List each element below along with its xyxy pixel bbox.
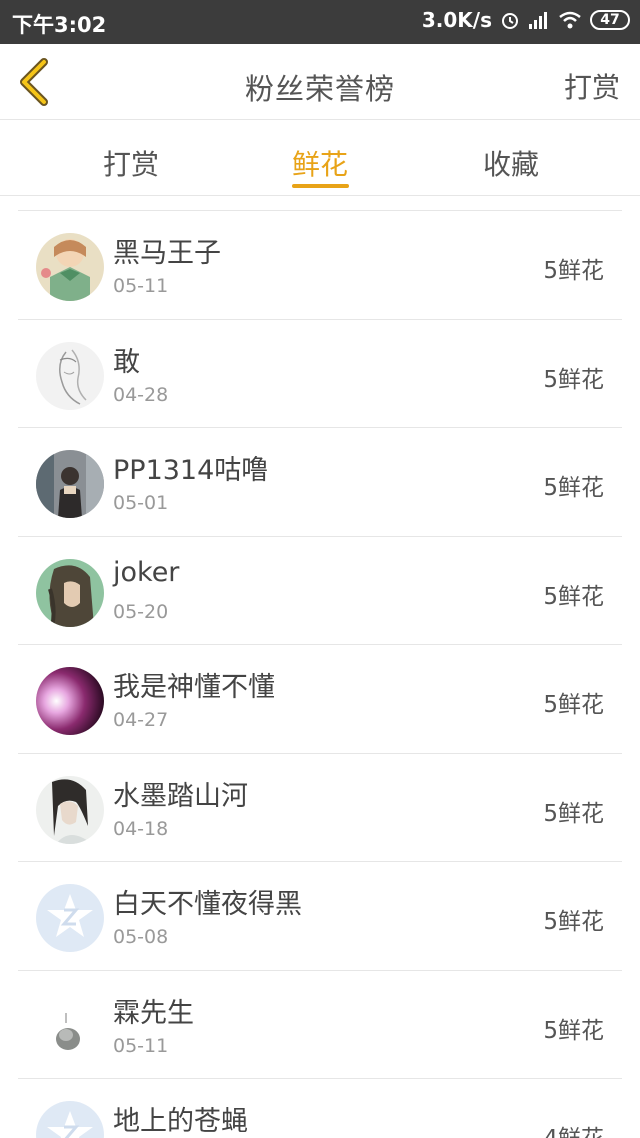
- flower-count: 5鲜花: [543, 692, 604, 718]
- fan-name: joker: [113, 556, 180, 588]
- active-tab-indicator: [292, 184, 349, 188]
- fan-name: 水墨踏山河: [113, 780, 248, 812]
- status-bar: 下午3:02 3.0K/s 47: [0, 0, 640, 44]
- purple-glow-avatar: [36, 667, 104, 735]
- page-title: 粉丝荣誉榜: [244, 72, 395, 106]
- fan-name: 霖先生: [113, 997, 194, 1029]
- fan-name: 黑马王子: [113, 238, 221, 269]
- fan-date: 05-11: [113, 1034, 169, 1057]
- fan-date: 04-27: [113, 709, 169, 731]
- flower-count: 5鲜花: [543, 800, 604, 827]
- battery-icon: 47: [590, 10, 630, 30]
- fan-date: 04-18: [113, 817, 169, 840]
- alarm-icon: [500, 10, 520, 30]
- list-item[interactable]: 白天不懂夜得黑 05-08 5鲜花: [18, 862, 622, 971]
- flower-count: 5鲜花: [543, 909, 604, 935]
- flower-count: 5鲜花: [543, 1017, 604, 1044]
- flower-count: 5鲜花: [543, 475, 604, 501]
- fan-name: 白天不懂夜得黑: [113, 889, 302, 920]
- list-item[interactable]: 敢 04-28 5鲜花: [18, 320, 622, 428]
- status-time: 下午3:02: [12, 13, 107, 37]
- long-hair-avatar: [36, 558, 104, 627]
- default-z-avatar: [36, 884, 104, 952]
- list-item[interactable]: 霖先生 05-11 5鲜花: [18, 971, 622, 1079]
- tab-favorites[interactable]: 收藏: [483, 143, 539, 183]
- ink-dot-avatar: [36, 992, 104, 1061]
- signal-icon: [528, 10, 550, 30]
- fan-date: 04-28: [113, 383, 169, 406]
- fan-date: 05-01: [113, 492, 169, 514]
- fan-list: 黑马王子 05-11 5鲜花 敢 04-28 5鲜花 PP1314咕噜 05-0…: [18, 210, 622, 1138]
- street-photo-avatar: [36, 450, 104, 518]
- tab-reward[interactable]: 打赏: [103, 143, 159, 183]
- network-speed: 3.0K/s: [421, 8, 492, 32]
- fan-name: PP1314咕噜: [113, 455, 269, 486]
- fan-date: 05-20: [113, 600, 169, 623]
- default-z-avatar: [36, 1101, 104, 1138]
- reward-button[interactable]: 打赏: [564, 66, 620, 106]
- ink-portrait-avatar: [36, 775, 104, 844]
- fan-date: 05-11: [113, 275, 169, 297]
- fan-date: 05-08: [113, 926, 169, 948]
- status-indicators: 3.0K/s 47: [422, 8, 630, 32]
- list-item[interactable]: 地上的苍蝇 4鲜花: [18, 1079, 622, 1138]
- sketch-avatar: [36, 341, 104, 410]
- list-item[interactable]: PP1314咕噜 05-01 5鲜花: [18, 428, 622, 537]
- title-bar: 粉丝荣誉榜 打赏: [0, 44, 640, 120]
- wifi-icon: [558, 10, 582, 30]
- fan-name: 敢: [113, 346, 140, 378]
- flower-count: 4鲜花: [543, 1119, 604, 1138]
- flower-count: 5鲜花: [543, 366, 604, 393]
- fan-name: 地上的苍蝇: [113, 1106, 248, 1137]
- flower-count: 5鲜花: [543, 583, 604, 610]
- list-item[interactable]: joker 05-20 5鲜花: [18, 537, 622, 645]
- list-item[interactable]: 水墨踏山河 04-18 5鲜花: [18, 754, 622, 862]
- list-item[interactable]: 我是神懂不懂 04-27 5鲜花: [18, 645, 622, 754]
- fan-name: 我是神懂不懂: [113, 672, 275, 703]
- anime-girl-avatar: [36, 233, 104, 301]
- tab-flowers[interactable]: 鲜花: [292, 143, 348, 183]
- flower-count: 5鲜花: [543, 258, 604, 284]
- list-item[interactable]: 黑马王子 05-11 5鲜花: [18, 211, 622, 320]
